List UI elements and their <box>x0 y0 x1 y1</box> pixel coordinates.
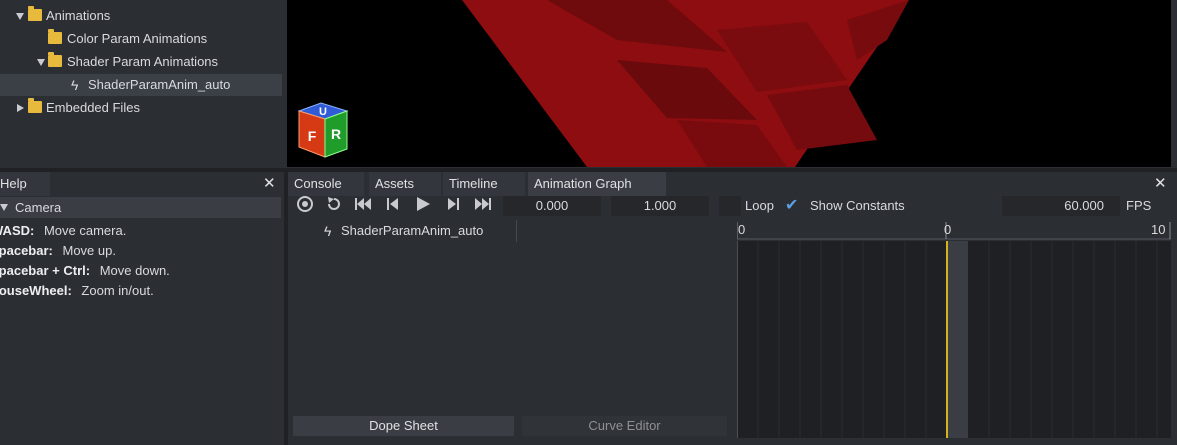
help-tab[interactable]: Help <box>0 172 50 196</box>
folder-icon <box>48 52 62 67</box>
tree-item-label: Color Param Animations <box>67 31 208 46</box>
show-constants-label: Show Constants <box>810 198 905 213</box>
play-icon[interactable] <box>415 196 431 216</box>
dope-sheet-area[interactable] <box>737 241 1171 438</box>
ruler-label-mid: 0 <box>944 222 952 237</box>
camera-section-header[interactable]: Camera <box>0 197 281 218</box>
ruler-label-start: 0 <box>738 222 746 237</box>
track-label: ShaderParamAnim_auto <box>341 223 484 238</box>
asset-tree: Animations Color Param Animations Shader… <box>0 0 285 168</box>
fps-label: FPS <box>1126 198 1152 213</box>
scene-viewport[interactable]: U F R <box>287 0 1171 167</box>
tab-animation-graph[interactable]: Animation Graph <box>528 172 666 196</box>
animation-panel: Console Assets Timeline Animation Graph … <box>288 172 1177 445</box>
help-line: Spacebar: Move up. <box>0 241 116 261</box>
tab-curve-editor[interactable]: Curve Editor <box>522 416 727 436</box>
tree-item-shaderparamanim-auto[interactable]: ϟ ShaderParamAnim_auto <box>0 74 282 96</box>
previous-frame-icon[interactable] <box>386 196 400 216</box>
expand-arrow-icon[interactable] <box>37 59 45 66</box>
help-desc: Move up. <box>62 243 116 258</box>
help-desc: Move down. <box>99 263 170 278</box>
close-icon[interactable]: ✕ <box>263 174 276 194</box>
tree-item-label: Shader Param Animations <box>67 54 219 69</box>
expand-arrow-icon[interactable] <box>16 13 24 20</box>
track-list: ϟ ShaderParamAnim_auto <box>288 220 728 416</box>
fps-field[interactable]: 60.000 <box>1002 196 1120 216</box>
help-line: Spacebar + Ctrl: Move down. <box>0 261 170 281</box>
animation-bolt-icon: ϟ <box>324 223 332 239</box>
help-key: Spacebar: <box>0 243 53 258</box>
help-key: MouseWheel: <box>0 283 72 298</box>
end-time-field[interactable]: 1.000 <box>611 196 709 216</box>
loop-label: Loop <box>745 198 774 213</box>
tree-item-embedded-files[interactable]: Embedded Files <box>0 97 285 119</box>
help-panel: Help ✕ Camera WASD: Move camera. Spaceba… <box>0 172 284 445</box>
panel-tabs: Console Assets Timeline Animation Graph … <box>288 172 1177 196</box>
folder-icon <box>48 29 62 44</box>
last-frame-icon[interactable] <box>474 196 492 216</box>
tree-item-label: ShaderParamAnim_auto <box>88 77 231 92</box>
expand-arrow-icon[interactable] <box>0 204 8 211</box>
axis-gizmo-cube[interactable]: U F R <box>297 95 357 159</box>
red-checker-plane <box>462 0 909 167</box>
help-line: WASD: Move camera. <box>0 221 126 241</box>
help-desc: Move camera. <box>43 223 127 238</box>
time-ruler[interactable]: 0 0 10 <box>737 218 1171 240</box>
help-key: WASD: <box>0 223 35 238</box>
record-icon[interactable] <box>296 195 314 217</box>
section-label: Camera <box>15 200 62 215</box>
gizmo-right-label: R <box>331 126 341 142</box>
first-frame-icon[interactable] <box>354 196 372 216</box>
help-key: Spacebar + Ctrl: <box>0 263 91 278</box>
tree-item-animations[interactable]: Animations <box>0 5 285 27</box>
tree-item-color-param-animations[interactable]: Color Param Animations <box>0 28 285 50</box>
tab-console[interactable]: Console <box>288 172 364 196</box>
tree-item-shader-param-animations[interactable]: Shader Param Animations <box>0 51 285 73</box>
tab-assets[interactable]: Assets <box>369 172 441 196</box>
tree-item-label: Animations <box>46 8 111 23</box>
gizmo-front-label: F <box>308 128 317 144</box>
tab-dope-sheet[interactable]: Dope Sheet <box>293 416 514 436</box>
help-desc: Zoom in/out. <box>81 283 154 298</box>
animation-bolt-icon: ϟ <box>71 77 79 93</box>
folder-icon <box>28 98 42 113</box>
folder-icon <box>28 6 42 21</box>
help-panel-header: Help ✕ <box>0 172 284 196</box>
playhead[interactable] <box>946 241 948 438</box>
ruler-label-end: 10 <box>1151 222 1166 237</box>
gizmo-up-label: U <box>319 106 327 118</box>
reset-icon[interactable] <box>325 195 343 217</box>
help-line: MouseWheel: Zoom in/out. <box>0 281 154 301</box>
start-time-field[interactable]: 0.000 <box>503 196 601 216</box>
tree-item-label: Embedded Files <box>46 100 140 115</box>
loop-checkbox[interactable] <box>719 196 741 216</box>
next-frame-icon[interactable] <box>446 196 460 216</box>
checkmark-icon[interactable]: ✔ <box>785 195 798 215</box>
track-row[interactable]: ϟ ShaderParamAnim_auto <box>318 220 517 242</box>
close-icon[interactable]: ✕ <box>1154 174 1167 194</box>
collapse-arrow-icon[interactable] <box>17 104 24 112</box>
fps-value: 60.000 <box>1064 198 1104 213</box>
tab-timeline[interactable]: Timeline <box>443 172 525 196</box>
